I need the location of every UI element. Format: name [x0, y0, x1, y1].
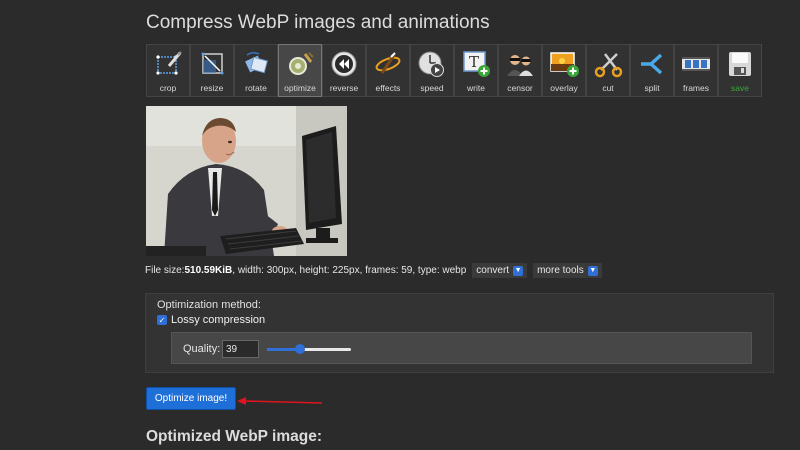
- optimize-image-button[interactable]: Optimize image!: [146, 387, 236, 410]
- tool-effects[interactable]: effects: [366, 44, 410, 97]
- cut-icon: [592, 49, 624, 79]
- effects-icon: [372, 49, 404, 79]
- file-size: 510.59KiB: [184, 265, 233, 276]
- optimization-method-label: Optimization method:: [157, 299, 261, 311]
- tool-label: frames: [683, 83, 709, 93]
- more-tools-label: more tools: [537, 265, 584, 276]
- tool-write[interactable]: T write: [454, 44, 498, 97]
- optimization-panel: Optimization method: ✓ Lossy compression…: [145, 293, 774, 373]
- file-info-prefix: File size:: [145, 265, 185, 276]
- quality-label: Quality:: [183, 343, 221, 355]
- quality-input[interactable]: [222, 340, 259, 358]
- more-tools-button[interactable]: more tools ▼: [533, 263, 602, 278]
- write-icon: T: [460, 49, 492, 79]
- resize-icon: [196, 49, 228, 79]
- tool-label: save: [731, 83, 749, 93]
- quality-slider[interactable]: [267, 344, 351, 354]
- optimize-icon: [284, 49, 316, 79]
- file-info: File size: 510.59KiB , width: 300px, hei…: [145, 263, 602, 278]
- lossy-checkbox[interactable]: ✓: [157, 315, 167, 325]
- save-icon: [724, 49, 756, 79]
- reverse-icon: [328, 49, 360, 79]
- tool-label: rotate: [245, 83, 267, 93]
- tool-speed[interactable]: speed: [410, 44, 454, 97]
- convert-label: convert: [476, 265, 510, 276]
- tool-cut[interactable]: cut: [586, 44, 630, 97]
- chevron-down-icon: ▼: [587, 265, 598, 276]
- convert-button[interactable]: convert ▼: [472, 263, 528, 278]
- red-arrow-annotation: [237, 397, 323, 405]
- crop-icon: [152, 49, 184, 79]
- tool-label: reverse: [329, 83, 359, 93]
- tool-censor[interactable]: censor: [498, 44, 542, 97]
- split-icon: [636, 49, 668, 79]
- image-preview: [146, 106, 347, 256]
- tool-crop[interactable]: crop: [146, 44, 190, 97]
- overlay-icon: [548, 49, 580, 79]
- tool-resize[interactable]: resize: [190, 44, 234, 97]
- lossy-compression-option[interactable]: ✓ Lossy compression: [157, 314, 265, 326]
- tool-overlay[interactable]: overlay: [542, 44, 586, 97]
- optimized-section-title: Optimized WebP image:: [146, 428, 322, 445]
- svg-text:T: T: [469, 53, 479, 71]
- tool-label: cut: [602, 83, 614, 93]
- lossy-label: Lossy compression: [171, 314, 266, 326]
- tool-save[interactable]: save: [718, 44, 762, 97]
- censor-icon: [504, 49, 536, 79]
- quality-panel: Quality:: [171, 332, 752, 364]
- tool-split[interactable]: split: [630, 44, 674, 97]
- tool-reverse[interactable]: reverse: [322, 44, 366, 97]
- tool-label: speed: [420, 83, 444, 93]
- file-details: , width: 300px, height: 225px, frames: 5…: [232, 265, 467, 276]
- tool-label: optimize: [284, 83, 316, 93]
- tool-label: split: [644, 83, 660, 93]
- slider-thumb[interactable]: [294, 344, 305, 354]
- tool-rotate[interactable]: rotate: [234, 44, 278, 97]
- chevron-down-icon: ▼: [513, 265, 524, 276]
- tool-label: censor: [507, 83, 533, 93]
- tool-frames[interactable]: frames: [674, 44, 718, 97]
- tool-label: effects: [375, 83, 401, 93]
- tool-toolbar: crop resize rotate optimize reverse effe…: [146, 44, 762, 97]
- rotate-icon: [240, 49, 272, 79]
- frames-icon: [680, 49, 712, 79]
- tool-label: write: [467, 83, 485, 93]
- tool-label: overlay: [550, 83, 578, 93]
- speed-icon: [416, 49, 448, 79]
- tool-label: resize: [200, 83, 224, 93]
- tool-label: crop: [159, 83, 177, 93]
- tool-optimize[interactable]: optimize: [278, 44, 322, 97]
- page-title: Compress WebP images and animations: [146, 12, 490, 33]
